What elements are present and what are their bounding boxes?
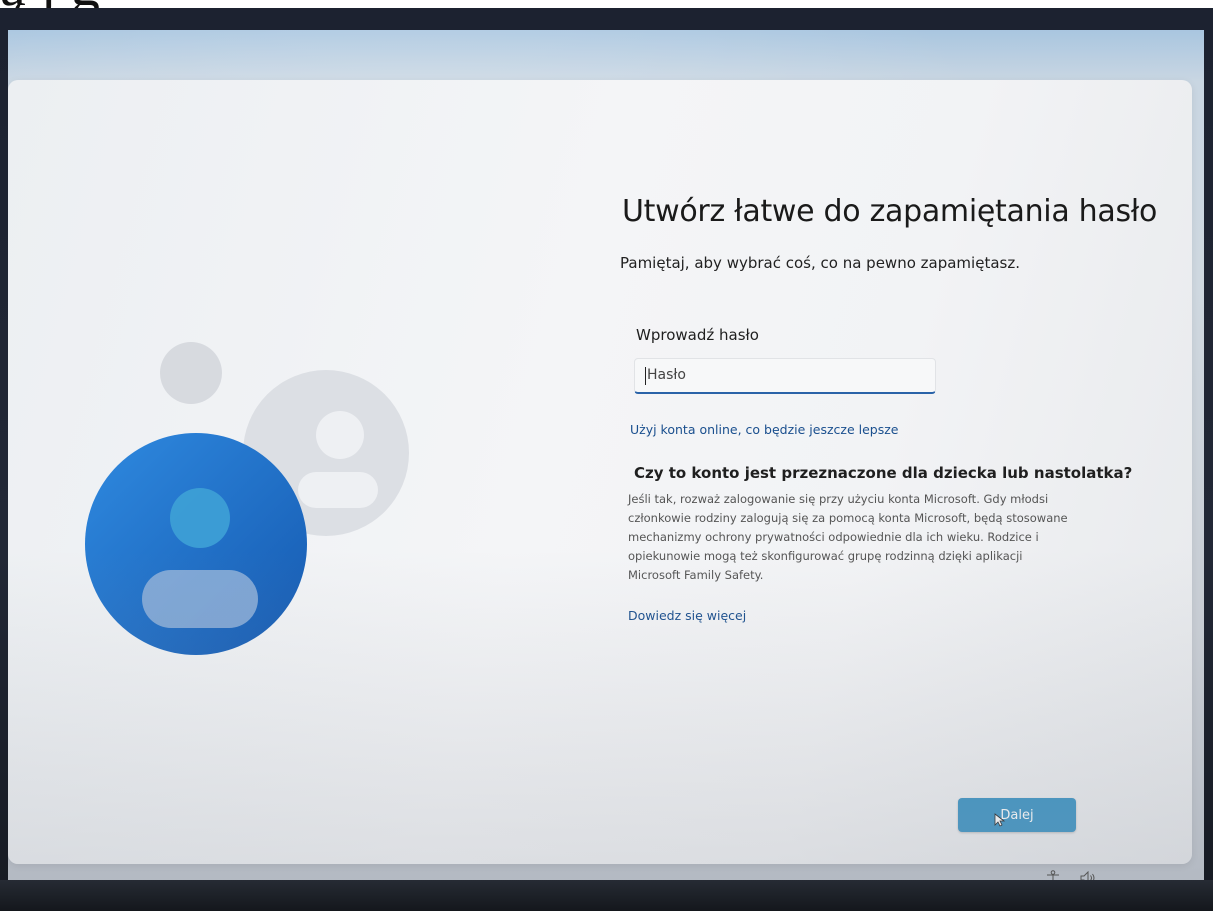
avatar-body: [142, 570, 258, 628]
page-subtitle: Pamiętaj, aby wybrać coś, co na pewno za…: [620, 254, 1020, 272]
child-account-description: Jeśli tak, rozważ zalogowanie się przy u…: [628, 490, 1108, 585]
next-button[interactable]: Dalej: [958, 798, 1076, 832]
learn-more-link[interactable]: Dowiedz się więcej: [628, 608, 746, 623]
use-online-account-link[interactable]: Użyj konta online, co będzie jeszcze lep…: [630, 422, 898, 437]
screen: Utwórz łatwe do zapamiętania hasło Pamię…: [8, 30, 1204, 890]
avatar-head: [170, 488, 230, 548]
page-title: Utwórz łatwe do zapamiętania hasło: [622, 194, 1158, 229]
description-line: Microsoft Family Safety.: [628, 568, 764, 582]
oobe-card: Utwórz łatwe do zapamiętania hasło Pamię…: [8, 80, 1192, 864]
small-grey-dot: [160, 342, 222, 404]
password-placeholder: Hasło: [647, 367, 686, 383]
description-line: Jeśli tak, rozważ zalogowanie się przy u…: [628, 492, 1049, 506]
mouse-cursor-icon: [994, 813, 1006, 827]
description-line: opiekunowie mogą też skonfigurować grupę…: [628, 549, 1023, 563]
password-input[interactable]: Hasło: [634, 358, 936, 394]
account-illustration: [85, 342, 409, 655]
password-label: Wprowadź hasło: [636, 326, 759, 344]
child-account-heading: Czy to konto jest przeznaczone dla dziec…: [634, 464, 1133, 482]
description-line: członkowie rodziny zalogują się za pomoc…: [628, 511, 1068, 525]
monitor-bottom-bezel: [0, 880, 1213, 911]
photo-frame: ą j g: [0, 0, 1213, 911]
description-line: mechanizmy ochrony prywatności odpowiedn…: [628, 530, 1039, 544]
monitor-bezel: Utwórz łatwe do zapamiętania hasło Pamię…: [0, 8, 1213, 911]
text-caret: [645, 367, 646, 385]
